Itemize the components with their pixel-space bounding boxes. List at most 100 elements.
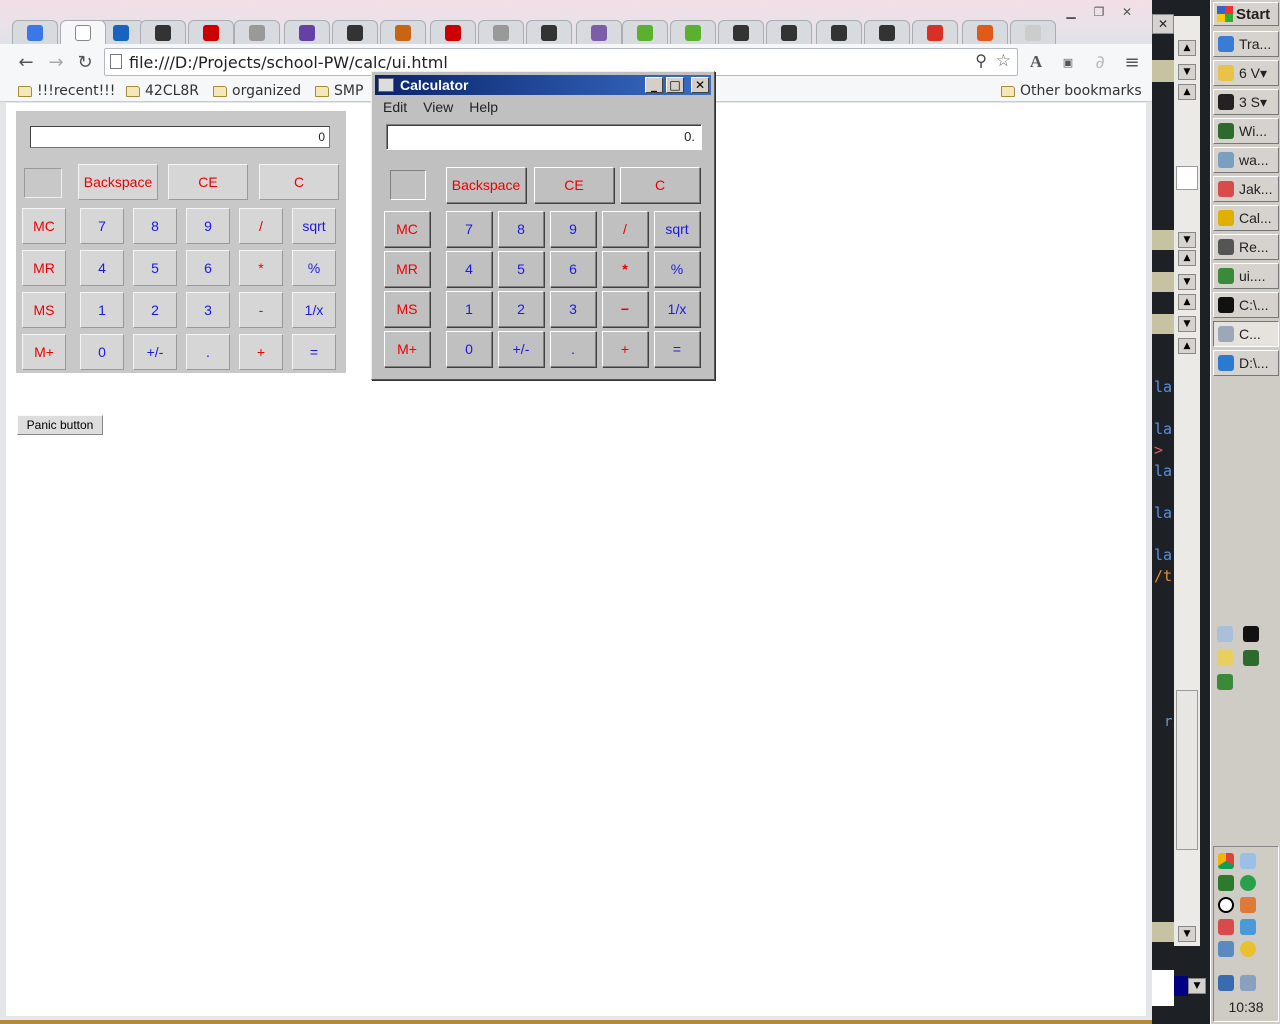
calc-key[interactable]: 3 [186, 292, 230, 328]
chip-icon[interactable] [1218, 875, 1234, 891]
browser-tab[interactable] [12, 20, 58, 44]
menu-edit[interactable]: Edit [383, 99, 407, 115]
browser-tab[interactable] [234, 20, 280, 44]
scroll-down-icon[interactable]: ▼ [1178, 316, 1196, 332]
calc-key[interactable]: - [239, 292, 283, 328]
scroll-up-icon[interactable]: ▲ [1178, 338, 1196, 354]
browser-tab[interactable] [576, 20, 622, 44]
scroll-up-icon[interactable]: ▲ [1178, 294, 1196, 310]
editor-icon[interactable] [1217, 674, 1233, 690]
browser-tab[interactable] [766, 20, 812, 44]
taskbar-button[interactable]: ui.... [1213, 263, 1279, 289]
calc-key[interactable]: +/- [498, 331, 544, 367]
close-icon[interactable]: ✕ [691, 77, 709, 93]
dropdown-icon[interactable]: ▼ [1188, 978, 1206, 994]
usb-icon[interactable] [1218, 941, 1234, 957]
calc-key[interactable]: 7 [446, 211, 492, 247]
menu-view[interactable]: View [423, 99, 453, 115]
scroll-down-icon[interactable]: ▼ [1178, 232, 1196, 248]
maximize-icon[interactable]: □ [666, 77, 684, 93]
calc-key[interactable]: 7 [80, 208, 124, 244]
panic-button[interactable]: Panic button [17, 415, 103, 435]
network-status-icon[interactable] [1218, 975, 1234, 991]
calc-key[interactable]: 4 [446, 251, 492, 287]
disc-icon[interactable] [1240, 941, 1256, 957]
speaker-icon[interactable] [1240, 897, 1256, 913]
browser-tab[interactable] [816, 20, 862, 44]
browser-tab[interactable] [140, 20, 186, 44]
calc-key[interactable]: 1 [446, 291, 492, 327]
browser-tab[interactable] [430, 20, 476, 44]
taskbar-button[interactable]: Re... [1213, 234, 1279, 260]
calc-key[interactable]: 0 [80, 334, 124, 370]
other-bookmarks[interactable]: Other bookmarks [1001, 81, 1142, 101]
calc-key[interactable]: = [292, 334, 336, 370]
star-icon[interactable]: ☆ [996, 51, 1011, 71]
calc-key[interactable]: MR [22, 250, 66, 286]
close-icon[interactable]: ✕ [1112, 4, 1142, 20]
scroll-down-icon[interactable]: ▼ [1178, 926, 1196, 942]
browser-tab[interactable] [670, 20, 716, 44]
menu-icon[interactable]: ≡ [1120, 50, 1144, 74]
forward-icon[interactable]: → [44, 50, 68, 74]
minimize-icon[interactable]: _ [645, 77, 663, 93]
calc-key[interactable]: + [239, 334, 283, 370]
taskbar-button[interactable]: C... [1213, 321, 1279, 347]
taskbar-button[interactable]: 3 S▾ [1213, 89, 1279, 115]
bookmark-folder[interactable]: organized [213, 81, 301, 101]
clear-button[interactable]: C [620, 167, 700, 203]
panda-icon[interactable] [1218, 897, 1234, 913]
scroll-up-icon[interactable]: ▲ [1178, 40, 1196, 56]
calc-key[interactable]: MS [22, 292, 66, 328]
calc-key[interactable]: 5 [498, 251, 544, 287]
browser-tab[interactable] [284, 20, 330, 44]
bookmark-folder[interactable]: 42CL8R [126, 81, 199, 101]
calc-key[interactable]: 6 [550, 251, 596, 287]
close-icon[interactable]: ✕ [1152, 14, 1174, 34]
clock[interactable]: 10:38 [1214, 999, 1278, 1015]
browser-tab[interactable] [912, 20, 958, 44]
browser-tab[interactable] [622, 20, 668, 44]
start-button[interactable]: Start [1213, 2, 1279, 26]
taskbar-button[interactable]: C:\... [1213, 292, 1279, 318]
calc-key[interactable]: * [602, 251, 648, 287]
calc-key[interactable]: 1 [80, 292, 124, 328]
volume-icon[interactable] [1240, 975, 1256, 991]
image-icon[interactable] [1240, 853, 1256, 869]
calc-key[interactable]: / [239, 208, 283, 244]
calc-key[interactable]: * [239, 250, 283, 286]
clear-entry-button[interactable]: CE [534, 167, 614, 203]
tag-extension-icon[interactable]: ▣ [1056, 50, 1080, 74]
calc-key[interactable]: = [654, 331, 700, 367]
calc-key[interactable]: % [292, 250, 336, 286]
eraser-icon[interactable] [1217, 626, 1233, 642]
calc-key[interactable]: 1/x [292, 292, 336, 328]
calc-key[interactable]: 0 [446, 331, 492, 367]
taskbar-button[interactable]: Jak... [1213, 176, 1279, 202]
reload-icon[interactable]: ↻ [73, 50, 97, 74]
calc-key[interactable]: 4 [80, 250, 124, 286]
extension-icon[interactable]: ∂ [1088, 50, 1112, 74]
calc-key[interactable]: MR [384, 251, 430, 287]
calc-key[interactable]: 1/x [654, 291, 700, 327]
backspace-button[interactable]: Backspace [446, 167, 526, 203]
calc-key[interactable]: − [602, 291, 648, 327]
browser-tab[interactable] [478, 20, 524, 44]
minimize-icon[interactable]: ▁ [1056, 4, 1086, 20]
calc-key[interactable]: 8 [498, 211, 544, 247]
calc-key[interactable]: 6 [186, 250, 230, 286]
terminal-icon[interactable] [1243, 650, 1259, 666]
back-icon[interactable]: ← [14, 50, 38, 74]
calc-key[interactable]: 9 [186, 208, 230, 244]
calc-key[interactable]: . [550, 331, 596, 367]
calc-key[interactable]: + [602, 331, 648, 367]
browser-tab[interactable] [60, 20, 106, 44]
calc-key[interactable]: / [602, 211, 648, 247]
calculator-titlebar[interactable]: Calculator _ □ ✕ [375, 75, 711, 95]
calc-key[interactable]: 2 [133, 292, 177, 328]
bookmark-folder[interactable]: !!!recent!!! [18, 81, 115, 101]
clear-entry-button[interactable]: CE [168, 164, 248, 200]
browser-tab[interactable] [526, 20, 572, 44]
chrome-icon[interactable] [1218, 853, 1234, 869]
taskbar-button[interactable]: 6 V▾ [1213, 60, 1279, 86]
